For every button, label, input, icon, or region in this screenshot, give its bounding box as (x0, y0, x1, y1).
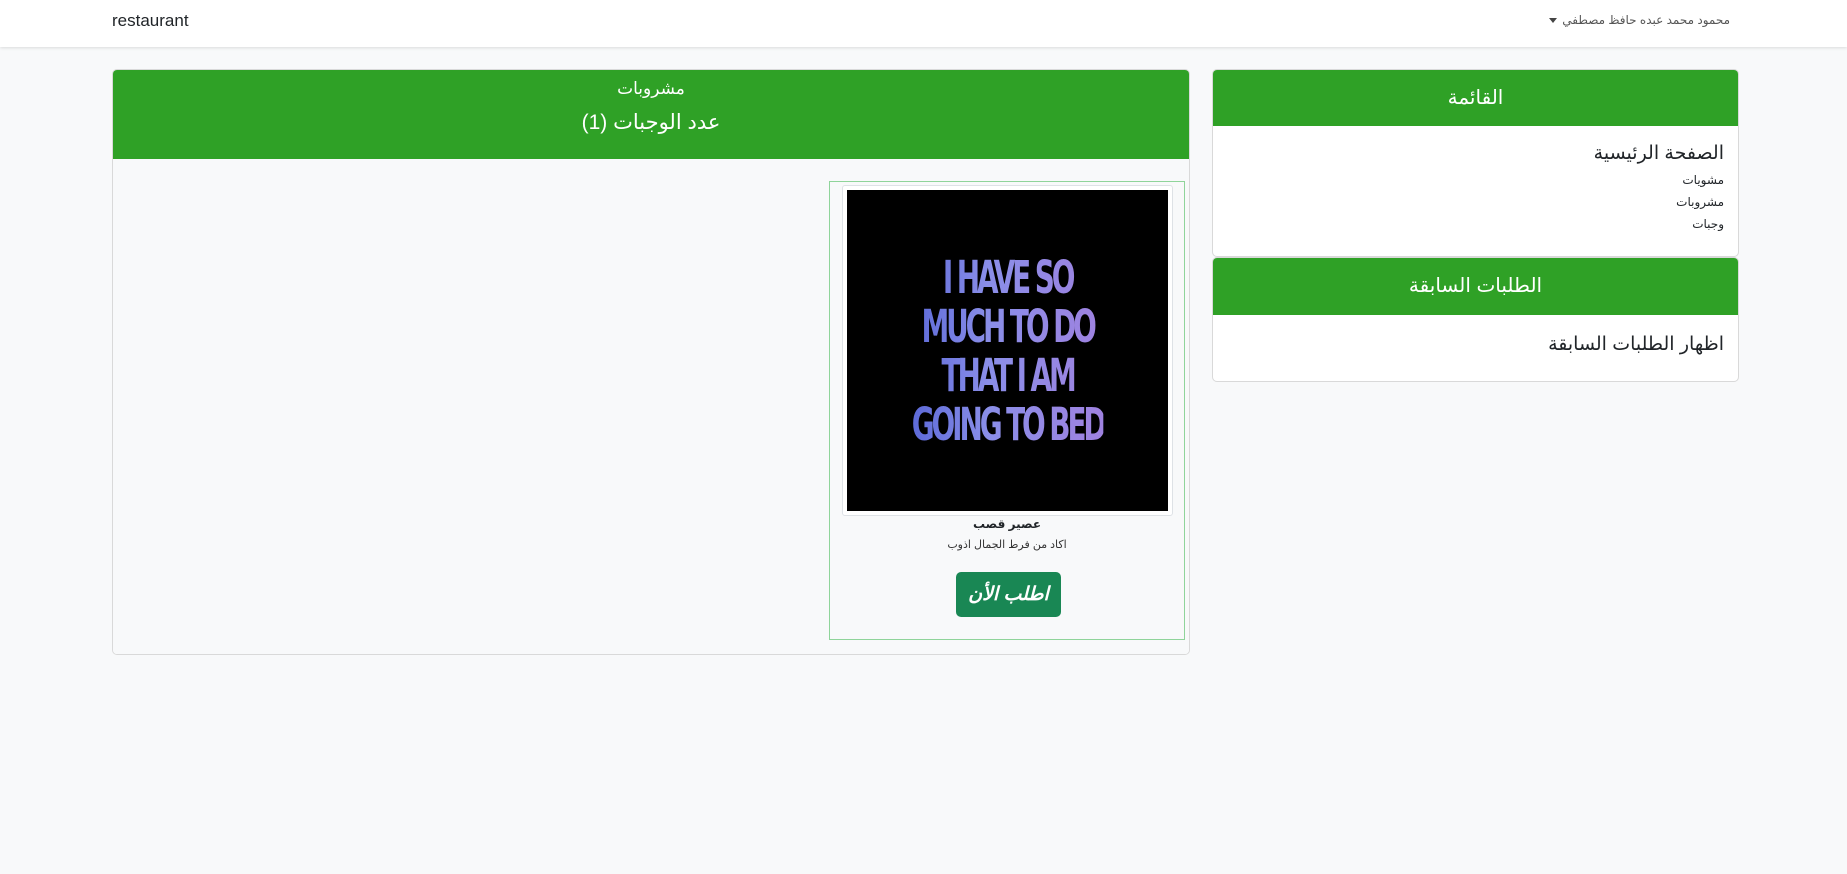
poster-line: I HAVE SO (942, 250, 1073, 304)
user-name: محمود محمد عبده حافظ مصطفي (1562, 13, 1730, 27)
menu-item-home[interactable]: الصفحة الرئيسية (1227, 142, 1724, 165)
menu-item-meals[interactable]: وجبات (1227, 213, 1724, 235)
poster-line: MUCH TO DO (921, 299, 1094, 353)
caret-down-icon (1549, 17, 1558, 23)
menu-card: القائمة الصفحة الرئيسية مشويات مشروبات و… (1212, 69, 1739, 257)
brand-link[interactable]: restaurant (112, 11, 189, 31)
previous-orders-body: اظهار الطلبات السابقة (1213, 315, 1738, 356)
menu-item-card: I HAVE SO MUCH TO DO THAT I AM GOING TO … (829, 181, 1185, 640)
show-previous-orders-link[interactable]: اظهار الطلبات السابقة (1548, 334, 1724, 355)
poster-line: GOING TO BED (911, 397, 1104, 451)
item-image-poster: I HAVE SO MUCH TO DO THAT I AM GOING TO … (847, 190, 1168, 511)
menu-list: الصفحة الرئيسية مشويات مشروبات وجبات (1213, 126, 1738, 235)
category-title: مشروبات (617, 79, 685, 98)
poster-line: THAT I AM (941, 348, 1074, 402)
menu-item-drinks[interactable]: مشروبات (1227, 191, 1724, 213)
order-now-button[interactable]: اطلب الأن (956, 572, 1061, 617)
top-navbar: restaurant محمود محمد عبده حافظ مصطفي (0, 0, 1847, 47)
previous-orders-header: الطلبات السابقة (1213, 258, 1738, 315)
item-name: عصير قصب (972, 517, 1042, 531)
category-card: مشروبات عدد الوجبات (1) I HAVE SO MUCH T… (112, 69, 1190, 655)
user-dropdown[interactable]: محمود محمد عبده حافظ مصطفي (1549, 13, 1730, 27)
previous-orders-card: الطلبات السابقة اظهار الطلبات السابقة (1212, 257, 1739, 382)
category-header: مشروبات عدد الوجبات (1) (113, 70, 1189, 159)
item-image: I HAVE SO MUCH TO DO THAT I AM GOING TO … (842, 185, 1173, 516)
meal-count: عدد الوجبات (1) (581, 111, 721, 134)
poster-text: I HAVE SO MUCH TO DO THAT I AM GOING TO … (912, 253, 1104, 449)
menu-item-grills[interactable]: مشويات (1227, 169, 1724, 191)
item-description: اكاد من فرط الجمال اذوب (947, 539, 1067, 551)
menu-card-header: القائمة (1213, 70, 1738, 126)
items-grid: I HAVE SO MUCH TO DO THAT I AM GOING TO … (113, 159, 1189, 654)
